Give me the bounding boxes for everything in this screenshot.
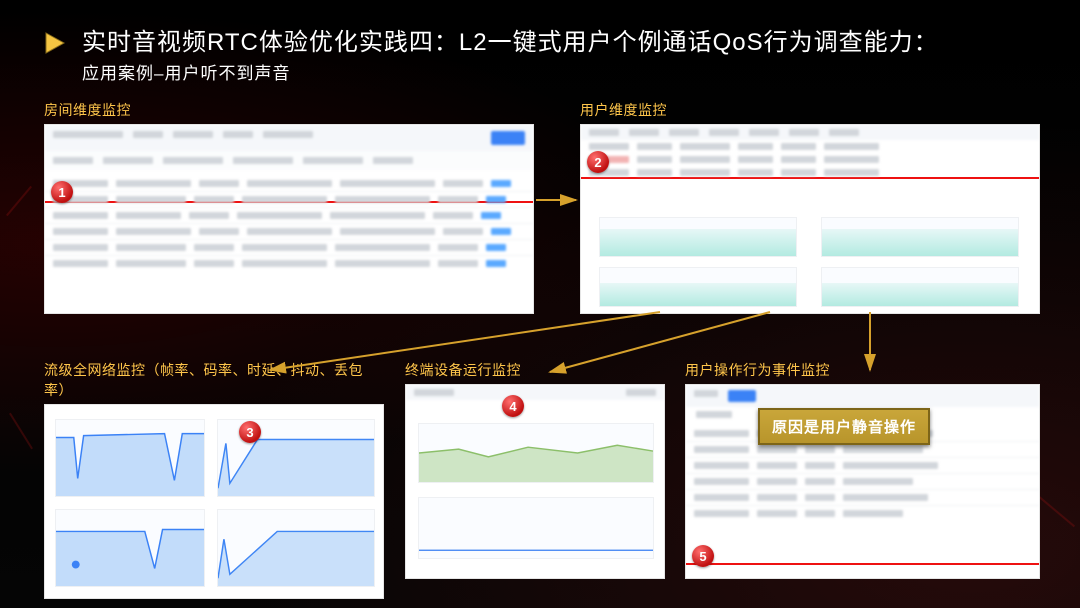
badge-2: 2 — [587, 151, 609, 173]
slide-title: 实时音视频RTC体验优化实践四：L2一键式用户个例通话QoS行为调查能力： 应用… — [82, 22, 1040, 84]
panel-network-title: 流级全网络监控（帧率、码率、时延、抖动、丢包率） — [44, 360, 384, 400]
panel-user: 2 — [580, 124, 1040, 314]
panel-network: 3 — [44, 404, 384, 599]
panel-events-title: 用户操作行为事件监控 — [685, 360, 1040, 380]
badge-3: 3 — [239, 421, 261, 443]
badge-1: 1 — [51, 181, 73, 203]
badge-5: 5 — [692, 545, 714, 567]
slide-bullet-icon — [42, 30, 68, 61]
panel-device: 4 — [405, 384, 665, 579]
panel-room: 1 — [44, 124, 534, 314]
title-main: 实时音视频RTC体验优化实践四：L2一键式用户个例通话QoS行为调查能力： — [82, 22, 1040, 57]
title-sub: 应用案例–用户听不到声音 — [82, 59, 1040, 84]
annotation-root-cause: 原因是用户静音操作 — [758, 408, 930, 445]
badge-4: 4 — [502, 395, 524, 417]
panel-device-title: 终端设备运行监控 — [405, 360, 665, 380]
panel-user-title: 用户维度监控 — [580, 100, 1040, 120]
panel-room-title: 房间维度监控 — [44, 100, 534, 120]
